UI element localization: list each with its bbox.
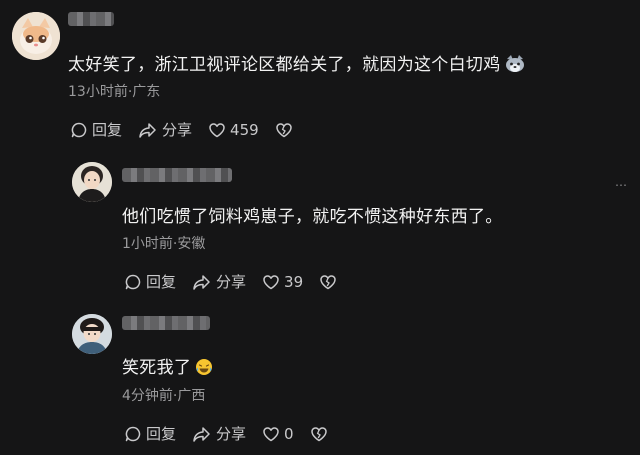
like-count: 459 bbox=[230, 120, 259, 139]
reply-label: 回复 bbox=[146, 425, 177, 443]
comment-text: 笑死我了 bbox=[122, 353, 213, 381]
reply-item: ⋯ 他们吃惯了饲料鸡崽子，就吃不惯这种好东西了。 1小时前·安徽 回复 分享 3… bbox=[0, 150, 640, 300]
heart-icon bbox=[209, 122, 225, 137]
share-label: 分享 bbox=[216, 425, 247, 443]
share-icon bbox=[139, 122, 156, 138]
laughing-tears-emoji-icon bbox=[195, 358, 213, 381]
comment-actions: 回复 分享 39 bbox=[124, 271, 357, 292]
broken-heart-icon bbox=[310, 426, 327, 441]
reply-button[interactable]: 回复 bbox=[124, 423, 176, 444]
like-count: 39 bbox=[284, 272, 304, 291]
comment-actions: 回复 分享 459 bbox=[70, 119, 313, 140]
comment-item: 太好笑了，浙江卫视评论区都给关了，就因为这个白切鸡 13小时前·广东 回复 分享… bbox=[0, 0, 640, 150]
username[interactable] bbox=[122, 168, 232, 182]
cat-avatar-icon bbox=[12, 12, 60, 60]
dislike-button[interactable] bbox=[319, 273, 341, 291]
avatar[interactable] bbox=[72, 314, 112, 354]
comment-actions: 回复 分享 0 bbox=[124, 423, 348, 444]
wolf-emoji-icon bbox=[505, 55, 525, 78]
person-avatar-icon bbox=[72, 162, 112, 202]
share-label: 分享 bbox=[216, 273, 247, 291]
timestamp-location: 1小时前·安徽 bbox=[122, 236, 206, 252]
like-button[interactable]: 459 bbox=[208, 121, 259, 139]
heart-icon bbox=[263, 426, 279, 441]
username[interactable] bbox=[122, 316, 210, 330]
share-icon bbox=[193, 274, 210, 290]
username[interactable] bbox=[68, 12, 114, 26]
share-button[interactable]: 分享 bbox=[138, 119, 192, 140]
share-button[interactable]: 分享 bbox=[192, 271, 246, 292]
comment-text: 他们吃惯了饲料鸡崽子，就吃不惯这种好东西了。 bbox=[122, 207, 503, 227]
broken-heart-icon bbox=[320, 274, 336, 289]
reply-icon bbox=[125, 426, 141, 441]
like-button[interactable]: 39 bbox=[262, 273, 303, 291]
timestamp-location: 4分钟前·广西 bbox=[122, 388, 206, 404]
reply-label: 回复 bbox=[146, 273, 177, 291]
like-button[interactable]: 0 bbox=[262, 425, 294, 443]
share-icon bbox=[193, 426, 210, 442]
more-options-icon[interactable]: ⋯ bbox=[615, 178, 628, 192]
reply-item: 笑死我了 4分钟前·广西 回复 分享 0 bbox=[0, 300, 640, 455]
reply-button[interactable]: 回复 bbox=[70, 119, 122, 140]
reply-icon bbox=[71, 122, 87, 137]
heart-icon bbox=[263, 274, 279, 289]
broken-heart-icon bbox=[275, 122, 292, 137]
avatar[interactable] bbox=[12, 12, 60, 60]
share-button[interactable]: 分享 bbox=[192, 423, 246, 444]
reply-icon bbox=[125, 274, 141, 289]
like-count: 0 bbox=[284, 424, 294, 443]
timestamp-location: 13小时前·广东 bbox=[68, 84, 161, 100]
reply-label: 回复 bbox=[92, 121, 123, 139]
avatar[interactable] bbox=[72, 162, 112, 202]
reply-button[interactable]: 回复 bbox=[124, 271, 176, 292]
share-label: 分享 bbox=[162, 121, 193, 139]
person-avatar-icon bbox=[72, 314, 112, 354]
dislike-button[interactable] bbox=[310, 425, 332, 443]
dislike-button[interactable] bbox=[275, 121, 297, 139]
comment-text: 太好笑了，浙江卫视评论区都给关了，就因为这个白切鸡 bbox=[68, 50, 525, 78]
